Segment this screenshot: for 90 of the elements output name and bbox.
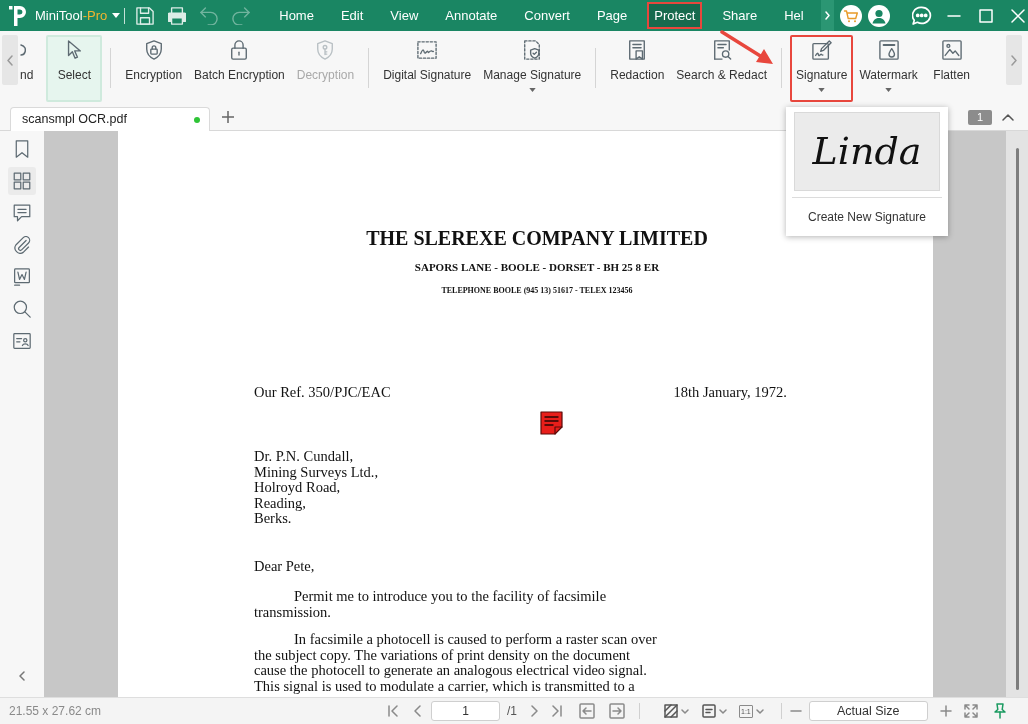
tool-button[interactable]: nd [18,35,36,102]
watermark-button[interactable]: Watermark [853,35,924,102]
grid-icon [13,172,31,190]
more-menus-button[interactable] [821,0,834,31]
caret-down-icon[interactable] [112,13,121,18]
menu-tab[interactable]: View [383,2,426,29]
shield-lock-icon [143,40,164,60]
menu-tab[interactable]: Share [715,2,765,29]
first-page-icon[interactable] [387,705,399,717]
letter-paragraph: In facsimile a photocell is caused to perform a raster scan over the subject copy. The variations of print density on the document cause the photocell to generate an analogous electrical video signal. This signal is used to modulate a carrier, which is transmitted to a [254,632,657,694]
curve-icon [20,44,26,56]
menu-tab[interactable]: Edit [333,2,371,29]
previous-page-icon[interactable] [414,705,421,717]
salutation-text: Dear Pete, [254,558,315,574]
save-icon[interactable] [136,6,155,25]
page-count: /1 [507,703,517,720]
zoom-level-field[interactable]: Actual Size [808,701,928,721]
id-card-icon [13,332,31,350]
zoom-in-icon[interactable] [939,705,952,717]
document-tab[interactable]: scansmpl OCR.pdf [10,107,210,131]
select-tool-button[interactable]: Select [46,35,103,102]
batch-encryption-button[interactable]: Batch Encryption [188,35,291,102]
next-page-icon[interactable] [531,705,538,717]
document-bookmark-icon [627,40,648,60]
watermark-drop-icon [878,40,899,60]
paperclip-icon [13,236,31,254]
letterhead-title: THE SLEREXE COMPANY LIMITED [366,227,708,249]
reference-text: Our Ref. 350/PJC/EAC [254,384,391,400]
document-search-icon [711,40,732,60]
bookmark-icon [13,140,31,158]
caret-down-icon[interactable] [719,708,727,714]
chevron-left-icon [7,54,13,66]
chevron-right-icon [1011,54,1017,66]
menu-tab[interactable]: Annotate [438,2,505,29]
chevron-right-icon [825,11,830,20]
flatten-button[interactable]: Flatten [923,35,980,102]
menu-tab[interactable]: Hel [777,2,806,29]
comment-icon [13,204,31,222]
back-view-icon[interactable] [579,703,595,719]
cart-icon[interactable] [840,4,862,27]
menu-tab[interactable]: Protect [647,2,703,29]
caret-down-icon[interactable] [681,708,689,714]
menu-tab[interactable]: Page [589,2,635,29]
hatch-icon[interactable] [664,704,678,718]
signature-button[interactable]: Signature [790,35,854,102]
redaction-button[interactable]: Redaction [604,35,671,102]
encryption-button[interactable]: Encryption [119,35,189,102]
fullscreen-icon[interactable] [963,704,978,718]
chevron-left-icon[interactable] [19,671,25,681]
page-size-text: 21.55 x 27.62 cm [9,704,102,718]
page-number-field[interactable]: 1 [431,701,500,721]
shield-document-icon [522,40,543,60]
letter-paragraph: Permit me to introduce you to the facility of facsimile transmission. [254,589,607,620]
date-text: 18th January, 1972. [673,384,787,400]
pen-signature-icon [811,40,832,60]
app-name: MiniTool-Pro [35,6,108,25]
page-number-badge: 1 [968,109,992,125]
image-icon [941,40,962,60]
create-signature-item[interactable]: Create New Signature [803,208,931,226]
scrollbar-thumb[interactable] [1015,148,1019,690]
chevron-up-icon[interactable] [1002,113,1014,121]
avatar-icon[interactable] [868,4,890,27]
chat-icon[interactable] [912,5,932,26]
forward-view-icon[interactable] [609,703,625,719]
padlock-icon [229,40,250,60]
caret-down-icon[interactable] [755,708,764,714]
note-icon[interactable] [540,411,563,435]
document-w-icon [13,268,31,286]
thumbnails-button[interactable] [8,167,36,195]
saved-signature[interactable]: Linda [794,112,940,191]
shield-key-icon [315,40,336,60]
signature-field-icon [417,40,438,60]
pin-icon[interactable] [992,703,1007,719]
recipient-address: Dr. P.N. Cundall, Mining Surveys Ltd., Holroyd Road, Reading, Berks. [254,449,379,527]
menu-tab[interactable]: Convert [517,2,577,29]
digital-signature-button[interactable]: Digital Signature [377,35,478,102]
search-redact-button[interactable]: Search & Redact [670,35,774,102]
letterhead-telephone: TELEPHONE BOOLE (945 13) 51617 - TELEX 123456 [441,286,633,296]
caret-down-icon [885,88,893,92]
app-logo-icon [8,4,26,27]
caret-down-icon [818,88,826,92]
menu-tab[interactable]: Home [272,2,321,29]
last-page-icon[interactable] [551,705,563,717]
print-icon[interactable] [168,6,187,25]
letterhead-address: SAPORS LANE - BOOLE - DORSET - BH 25 8 ER [414,261,660,274]
plus-icon[interactable] [222,111,234,123]
layout-icon[interactable] [702,704,716,718]
search-icon [13,300,31,318]
caret-down-icon [528,88,536,92]
manage-signature-button[interactable]: Manage Signature [477,35,588,102]
